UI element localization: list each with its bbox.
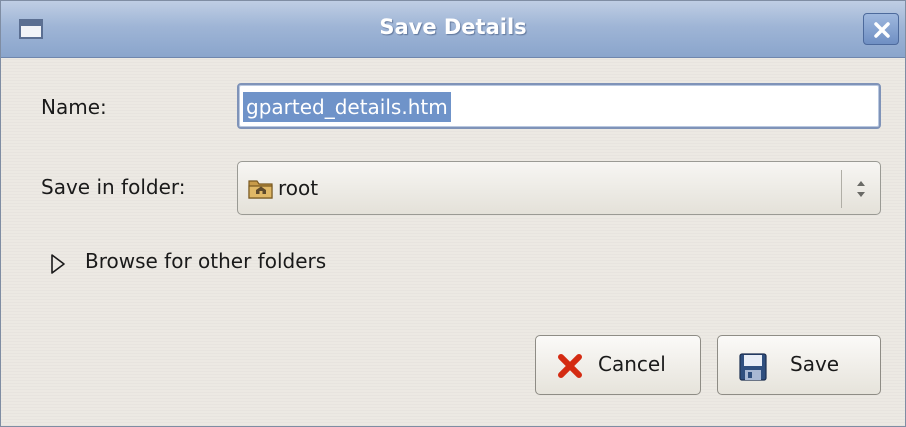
expander-triangle-icon — [51, 254, 65, 274]
dialog-title: Save Details — [379, 15, 527, 39]
home-folder-icon — [248, 180, 273, 199]
name-input-selected-text: gparted_details.htm — [243, 92, 451, 122]
name-label-text: Name: — [41, 95, 107, 119]
floppy-disk-icon — [739, 353, 767, 381]
save-button[interactable]: Save — [717, 335, 881, 395]
combo-separator — [841, 170, 842, 208]
save-button-label: Save — [790, 352, 840, 376]
save-in-folder-combo[interactable]: root — [237, 161, 881, 215]
close-icon — [874, 22, 890, 38]
close-button[interactable] — [863, 13, 899, 45]
browse-folders-label: Browse for other folders — [85, 249, 327, 273]
name-input[interactable]: gparted_details.htm — [237, 83, 881, 129]
folder-combo-value: root — [278, 176, 319, 200]
save-details-dialog: Save Details Name: gparted_details.htm S… — [0, 0, 906, 427]
up-down-arrows-icon — [857, 181, 865, 197]
cancel-button-label: Cancel — [598, 352, 666, 376]
cancel-button[interactable]: Cancel — [535, 335, 701, 395]
name-label: Name: — [41, 95, 107, 119]
title-bar[interactable]: Save Details — [1, 1, 905, 58]
save-in-folder-label: Save in folder: — [41, 175, 185, 199]
save-in-folder-label-text: Save in folder: — [41, 175, 186, 199]
red-x-icon — [558, 354, 582, 378]
